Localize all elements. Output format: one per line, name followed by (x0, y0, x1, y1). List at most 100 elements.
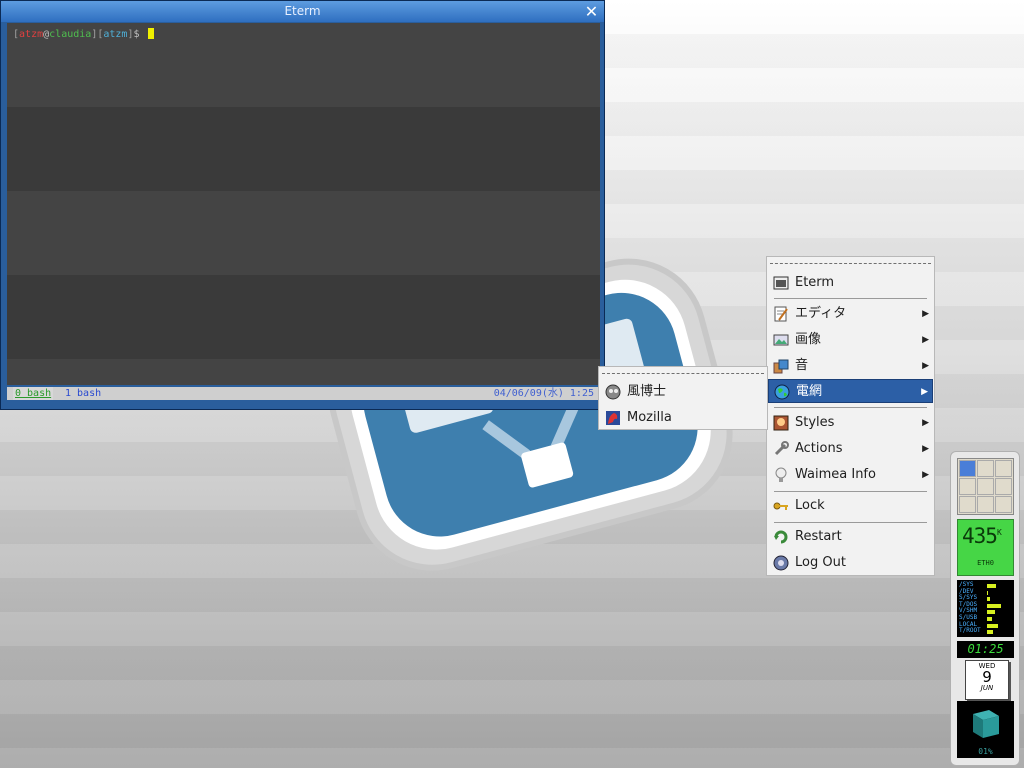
screen-tab-0[interactable]: 0 bash (13, 387, 54, 400)
screen-tab-1[interactable]: 1 bash (65, 387, 101, 400)
menu-item-restart[interactable]: Restart (768, 525, 933, 549)
menu-tear-line[interactable] (602, 373, 764, 374)
cube-icon (973, 710, 999, 738)
globe-icon (774, 384, 790, 400)
menu-separator (774, 298, 927, 299)
disk-usage-bar (987, 603, 1001, 608)
calendar-dockapp: WED 9 JUN (965, 660, 1009, 700)
calendar-month: JUN (980, 684, 994, 692)
menu-item-label: Styles (795, 415, 835, 430)
disk-usage-bar (987, 610, 995, 615)
disk-usage-bar (987, 584, 996, 588)
logout-icon (773, 555, 789, 571)
network-monitor: 435K ETH0 (957, 519, 1014, 576)
eterm-window[interactable]: Eterm ✕ [atzm@claudia][atzm]$ 0 bash 1 b… (0, 0, 605, 410)
prompt-dir: atzm (103, 29, 128, 40)
menu-item-eterm[interactable]: Eterm (768, 271, 933, 295)
menu-separator (774, 407, 927, 408)
menu-item-styles[interactable]: Styles ▶ (768, 411, 933, 435)
menu-item-mozilla[interactable]: Mozilla (600, 406, 766, 430)
pager-desk-1[interactable] (959, 460, 976, 477)
screen-status-bar: 0 bash 1 bash 04/06/09(水) 1:25 (7, 387, 600, 400)
submenu-arrow-icon: ▶ (922, 444, 929, 454)
digital-clock: 01:25 (957, 641, 1014, 658)
disk-usage-bar (987, 617, 992, 621)
text-cursor (147, 28, 154, 39)
menu-item-label: エディタ (795, 306, 847, 321)
network-rate-value: 435 (962, 524, 998, 548)
disk-usage-monitor: /SYS/DEV S/SYS T/DOS V/SHM S/USB LOCAL T/ROOT (957, 580, 1014, 637)
menu-item-editor[interactable]: エディタ ▶ (768, 302, 933, 326)
terminal-icon (773, 276, 789, 290)
submenu-arrow-icon: ▶ (922, 470, 929, 480)
menu-item-logout[interactable]: Log Out (768, 551, 933, 575)
menu-separator (774, 491, 927, 492)
eterm-titlebar[interactable]: Eterm ✕ (1, 1, 604, 22)
cpu-percent: 01% (978, 747, 993, 756)
menu-item-label: 音 (795, 358, 809, 373)
network-rate: 435K (962, 524, 1002, 548)
editor-icon (774, 306, 788, 322)
pager-desk-7[interactable] (959, 496, 976, 513)
disk-usage-bar (987, 630, 993, 635)
menu-item-actions[interactable]: Actions ▶ (768, 437, 933, 461)
status-datetime: 04/06/09(水) 1:25 (493, 388, 594, 399)
menu-item-label: Actions (795, 441, 843, 456)
pager-desk-2[interactable] (977, 460, 994, 477)
menu-item-sound[interactable]: 音 ▶ (768, 354, 933, 378)
menu-item-label: Eterm (795, 275, 835, 290)
pager-desk-9[interactable] (995, 496, 1012, 513)
pager-desk-5[interactable] (977, 478, 994, 495)
menu-item-label: Log Out (795, 555, 846, 570)
shell-prompt: [atzm@claudia][atzm]$ (13, 28, 154, 40)
disk-usage-bar (987, 623, 998, 628)
mozilla-icon (606, 411, 620, 425)
menu-item-label: 風博士 (627, 384, 667, 399)
menu-item-label: Waimea Info (795, 467, 876, 482)
menu-item-label: 電網 (796, 384, 823, 399)
disk-row: T/ROOT (959, 627, 1012, 635)
cpu-monitor: 01% (957, 701, 1014, 758)
menu-item-label: 画像 (795, 332, 822, 347)
menu-item-network[interactable]: 電網 ▶ (768, 379, 933, 403)
pager-desk-3[interactable] (995, 460, 1012, 477)
styles-icon (773, 415, 789, 431)
prompt-host: claudia (49, 29, 92, 40)
workspace-pager[interactable] (957, 458, 1014, 515)
root-menu[interactable]: Eterm エディタ ▶ 画像 ▶ 音 ▶ 電網 ▶ Styles ▶ Acti… (766, 256, 935, 576)
menu-separator (774, 522, 927, 523)
submenu-arrow-icon: ▶ (922, 361, 929, 371)
key-icon (773, 502, 788, 510)
lightbulb-icon (775, 467, 787, 482)
pager-desk-4[interactable] (959, 478, 976, 495)
network-rate-unit: K (996, 528, 1002, 537)
close-icon[interactable]: ✕ (583, 3, 600, 20)
prompt-dollar: $ (133, 29, 140, 40)
menu-item-label: Restart (795, 529, 842, 544)
network-submenu[interactable]: 風博士 Mozilla (598, 366, 768, 430)
disk-label: T/ROOT (959, 627, 981, 635)
menu-item-kazehakase[interactable]: 風博士 (600, 380, 766, 404)
submenu-arrow-icon: ▶ (921, 387, 928, 397)
menu-item-waimea-info[interactable]: Waimea Info ▶ (768, 463, 933, 487)
restart-icon (774, 530, 788, 544)
menu-item-image[interactable]: 画像 ▶ (768, 328, 933, 352)
menu-item-label: Lock (795, 498, 825, 513)
prompt-user: atzm (19, 29, 44, 40)
submenu-arrow-icon: ▶ (922, 418, 929, 428)
terminal-area[interactable]: [atzm@claudia][atzm]$ (7, 23, 600, 385)
pager-desk-8[interactable] (977, 496, 994, 513)
sound-icon (773, 359, 789, 374)
image-icon (773, 334, 789, 346)
disk-usage-bar (987, 597, 990, 602)
network-interface: ETH0 (977, 559, 994, 567)
disk-usage-bar (987, 590, 988, 595)
submenu-arrow-icon: ▶ (922, 335, 929, 345)
pager-desk-6[interactable] (995, 478, 1012, 495)
menu-tear-line[interactable] (770, 263, 931, 264)
menu-item-lock[interactable]: Lock (768, 494, 933, 518)
eterm-title: Eterm (284, 4, 321, 18)
calendar-day: 9 (982, 668, 992, 686)
menu-item-label: Mozilla (627, 410, 672, 425)
browser-icon (605, 384, 621, 400)
